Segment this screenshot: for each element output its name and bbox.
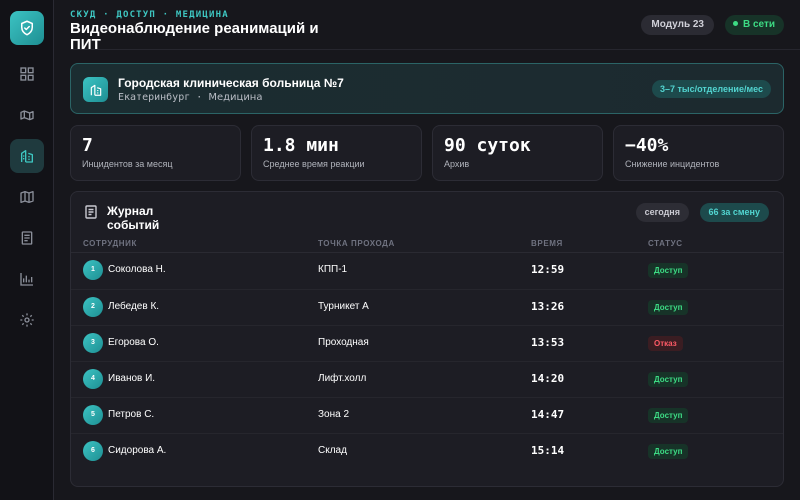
header: СКУД · ДОСТУП · МЕДИЦИНА Видеонаблюдение… [70,0,800,53]
stat-card-archive: 90 суток Архив [432,125,603,181]
module-badge[interactable]: Модуль 23 [641,15,714,35]
stat-value: 90 суток [444,135,531,156]
stat-value: −40% [625,135,669,156]
table-row[interactable]: 2 Лебедев К. Турникет А 13:26 Доступ [71,289,783,325]
stat-value: 1.8 мин [263,135,339,156]
event-time: 12:59 [531,263,565,276]
nav-reports[interactable] [10,221,44,255]
stat-card-reaction-time: 1.8 мин Среднее время реакции [251,125,422,181]
column-header-employee[interactable]: СОТРУДНИК [83,239,137,248]
table-row[interactable]: 3 Егорова О. Проходная 13:53 Отказ [71,325,783,361]
table-row[interactable]: 1 Соколова Н. КПП-1 12:59 Доступ [71,253,783,289]
event-time: 13:53 [531,336,565,349]
map-icon [20,191,34,203]
column-header-time[interactable]: ВРЕМЯ [531,239,563,248]
status-badge: Доступ [648,300,689,315]
filter-today-button[interactable]: сегодня [635,203,689,222]
column-header-point[interactable]: ТОЧКА ПРОХОДА [318,239,395,248]
status-dot-icon [732,21,738,26]
dashboard-icon [20,67,34,81]
row-number-avatar: 4 [83,369,103,389]
row-number-avatar: 5 [83,405,103,425]
stat-label: Снижение инцидентов [625,159,720,169]
volume-badge: 3–7 тыс/отделение/мес [651,80,771,98]
table-row[interactable]: 6 Сидорова А. Склад 15:14 Доступ [71,433,783,469]
access-point: КПП-1 [318,264,348,275]
nav-facilities[interactable] [10,139,44,173]
stat-label: Архив [444,159,470,169]
status-badge: Доступ [648,263,689,278]
stat-card-incidents: 7 Инцидентов за месяц [70,125,241,181]
nav-analytics[interactable] [10,262,44,296]
nav-map[interactable] [10,180,44,214]
status-badge: Доступ [648,372,689,387]
access-point: Турникет А [318,301,369,312]
organization-sector: Медицина [208,92,263,103]
employee-name: Иванов И. [108,373,156,384]
sidebar [0,0,54,500]
column-header-status[interactable]: СТАТУС [648,239,683,248]
online-status-label: В сети [742,19,775,30]
event-time: 14:20 [531,372,565,385]
employee-name: Петров С. [108,409,155,420]
shift-count-badge[interactable]: 66 за смену [699,203,769,222]
employee-name: Егорова О. [108,337,159,348]
access-point: Лифт.холл [318,373,367,384]
row-number-avatar: 2 [83,297,103,317]
gear-icon [20,313,34,327]
document-icon [85,205,97,219]
building-icon [90,84,101,96]
table-row[interactable]: 5 Петров С. Зона 2 14:47 Доступ [71,397,783,433]
nav-cameras[interactable] [10,98,44,132]
access-point: Склад [318,445,347,456]
event-time: 13:26 [531,300,565,313]
status-badge: Доступ [648,444,689,459]
stat-value: 7 [82,135,93,156]
event-time: 14:47 [531,408,565,421]
breadcrumb: СКУД · ДОСТУП · МЕДИЦИНА [70,10,229,20]
access-point: Зона 2 [318,409,350,420]
row-number-avatar: 3 [83,333,103,353]
employee-name: Соколова Н. [108,264,166,275]
journal-title: Журнал событий [107,204,160,232]
row-number-avatar: 6 [83,441,103,461]
page-title: Видеонаблюдение реанимаций и ПИТ [70,20,319,53]
organization-location: Екатеринбург · Медицина [118,92,262,103]
stat-label: Инцидентов за месяц [82,159,173,169]
organization-name: Городская клиническая больница №7 [118,76,344,90]
app-logo[interactable] [10,11,44,45]
status-badge: Отказ [648,336,683,351]
chart-icon [20,273,33,286]
stat-card-reduction: −40% Снижение инцидентов [613,125,784,181]
nav-dashboard[interactable] [10,57,44,91]
organization-card: Городская клиническая больница №7 Екатер… [70,63,784,114]
organization-separator: · [190,92,209,103]
camera-icon [20,110,34,121]
shield-check-icon [21,20,33,36]
employee-name: Сидорова А. [108,445,167,456]
stat-label: Среднее время реакции [263,159,365,169]
table-row[interactable]: 4 Иванов И. Лифт.холл 14:20 Доступ [71,361,783,397]
org-icon-badge [83,77,108,102]
nav-settings[interactable] [10,303,44,337]
access-point: Проходная [318,337,369,348]
online-status-badge: В сети [724,15,784,35]
organization-city: Екатеринбург [118,92,191,103]
status-badge: Доступ [648,408,689,423]
building-icon [21,150,33,163]
employee-name: Лебедев К. [108,301,160,312]
event-time: 15:14 [531,444,565,457]
document-icon [21,231,33,245]
row-number-avatar: 1 [83,260,103,280]
event-journal-panel: Журнал событий сегодня 66 за смену СОТРУ… [70,191,784,487]
